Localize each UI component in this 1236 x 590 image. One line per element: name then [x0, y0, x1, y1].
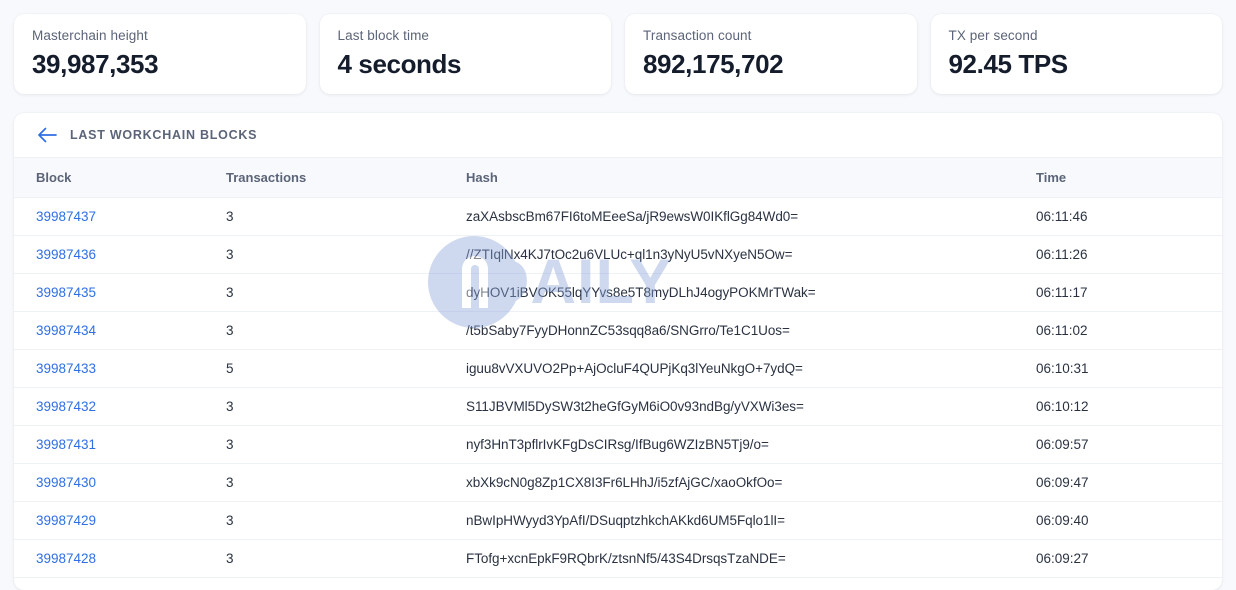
block-link[interactable]: 39987429: [36, 513, 96, 528]
cell-hash: dyHOV1iBVOK55lqYYvs8e5T8myDLhJ4ogyPOKMrT…: [466, 273, 1036, 312]
column-header-block: Block: [14, 158, 226, 198]
block-link[interactable]: 39987435: [36, 285, 96, 300]
cell-time: 06:10:12: [1036, 387, 1222, 426]
cell-transactions: 3: [226, 501, 466, 540]
column-header-time: Time: [1036, 158, 1222, 198]
blocks-table: Block Transactions Hash Time 39987437 3 …: [14, 158, 1222, 578]
cell-transactions: 3: [226, 387, 466, 426]
table-row: 39987434 3 /t5bSaby7FyyDHonnZC53sqq8a6/S…: [14, 311, 1222, 350]
cell-transactions: 3: [226, 273, 466, 312]
stats-row: Masterchain height 39,987,353 Last block…: [14, 14, 1222, 94]
cell-transactions: 5: [226, 349, 466, 388]
cell-hash: FTofg+xcnEpkF9RQbrK/ztsnNf5/43S4DrsqsTza…: [466, 539, 1036, 578]
cell-time: 06:09:47: [1036, 463, 1222, 502]
table-row: 39987435 3 dyHOV1iBVOK55lqYYvs8e5T8myDLh…: [14, 273, 1222, 312]
table-row: 39987428 3 FTofg+xcnEpkF9RQbrK/ztsnNf5/4…: [14, 539, 1222, 578]
cell-transactions: 3: [226, 197, 466, 236]
stat-value: 92.45 TPS: [948, 49, 1069, 79]
table-header-row: Block Transactions Hash Time: [14, 158, 1222, 198]
block-link[interactable]: 39987434: [36, 323, 96, 338]
stat-card-masterchain-height: Masterchain height 39,987,353: [14, 14, 306, 94]
cell-hash: nBwIpHWyyd3YpAfI/DSuqptzhkchAKkd6UM5Fqlo…: [466, 501, 1036, 540]
last-workchain-blocks-panel: LAST WORKCHAIN BLOCKS Block Transactions…: [14, 113, 1222, 590]
cell-block: 39987428: [14, 539, 226, 578]
cell-block: 39987431: [14, 425, 226, 464]
cell-time: 06:11:26: [1036, 235, 1222, 274]
cell-block: 39987434: [14, 311, 226, 350]
column-header-hash: Hash: [466, 158, 1036, 198]
cell-time: 06:11:17: [1036, 273, 1222, 312]
cell-hash: zaXAsbscBm67FI6toMEeeSa/jR9ewsW0IKflGg84…: [466, 197, 1036, 236]
arrow-left-icon[interactable]: [36, 124, 58, 146]
cell-hash: S11JBVMl5DySW3t2heGfGyM6iO0v93ndBg/yVXWi…: [466, 387, 1036, 426]
cell-transactions: 3: [226, 235, 466, 274]
stat-card-tx-per-second: TX per second 92.45 TPS: [930, 14, 1222, 94]
cell-time: 06:09:27: [1036, 539, 1222, 578]
cell-transactions: 3: [226, 311, 466, 350]
stat-value: 39,987,353: [32, 49, 159, 79]
cell-block: 39987435: [14, 273, 226, 312]
page-root: Masterchain height 39,987,353 Last block…: [0, 0, 1236, 590]
cell-block: 39987432: [14, 387, 226, 426]
block-link[interactable]: 39987433: [36, 361, 96, 376]
block-link[interactable]: 39987428: [36, 551, 96, 566]
table-row: 39987430 3 xbXk9cN0g8Zp1CX8I3Fr6LHhJ/i5z…: [14, 463, 1222, 502]
cell-transactions: 3: [226, 539, 466, 578]
stat-card-last-block-time: Last block time 4 seconds: [319, 14, 611, 94]
block-link[interactable]: 39987437: [36, 209, 96, 224]
blocks-table-body: 39987437 3 zaXAsbscBm67FI6toMEeeSa/jR9ew…: [14, 197, 1222, 578]
block-link[interactable]: 39987432: [36, 399, 96, 414]
column-header-transactions: Transactions: [226, 158, 466, 198]
stat-label: Last block time: [337, 28, 430, 43]
stat-label: Masterchain height: [32, 28, 148, 43]
cell-hash: //ZTIqlNx4KJ7tOc2u6VLUc+ql1n3yNyU5vNXyeN…: [466, 235, 1036, 274]
table-row: 39987436 3 //ZTIqlNx4KJ7tOc2u6VLUc+ql1n3…: [14, 235, 1222, 274]
cell-block: 39987429: [14, 501, 226, 540]
cell-block: 39987433: [14, 349, 226, 388]
table-row: 39987429 3 nBwIpHWyyd3YpAfI/DSuqptzhkchA…: [14, 501, 1222, 540]
cell-transactions: 3: [226, 463, 466, 502]
stat-value: 892,175,702: [643, 49, 784, 79]
page-title: LAST WORKCHAIN BLOCKS: [70, 128, 258, 142]
block-link[interactable]: 39987430: [36, 475, 96, 490]
cell-hash: /t5bSaby7FyyDHonnZC53sqq8a6/SNGrro/Te1C1…: [466, 311, 1036, 350]
stat-label: Transaction count: [643, 28, 752, 43]
cell-block: 39987430: [14, 463, 226, 502]
table-row: 39987437 3 zaXAsbscBm67FI6toMEeeSa/jR9ew…: [14, 197, 1222, 236]
cell-time: 06:11:46: [1036, 197, 1222, 236]
cell-block: 39987437: [14, 197, 226, 236]
block-link[interactable]: 39987436: [36, 247, 96, 262]
blocks-table-header: Block Transactions Hash Time: [14, 158, 1222, 198]
cell-time: 06:11:02: [1036, 311, 1222, 350]
cell-hash: nyf3HnT3pflrIvKFgDsCIRsg/IfBug6WZIzBN5Tj…: [466, 425, 1036, 464]
cell-hash: xbXk9cN0g8Zp1CX8I3Fr6LHhJ/i5zfAjGC/xaoOk…: [466, 463, 1036, 502]
cell-transactions: 3: [226, 425, 466, 464]
cell-hash: iguu8vVXUVO2Pp+AjOcluF4QUPjKq3lYeuNkgO+7…: [466, 349, 1036, 388]
table-row: 39987433 5 iguu8vVXUVO2Pp+AjOcluF4QUPjKq…: [14, 349, 1222, 388]
stat-card-transaction-count: Transaction count 892,175,702: [625, 14, 917, 94]
cell-time: 06:10:31: [1036, 349, 1222, 388]
cell-time: 06:09:57: [1036, 425, 1222, 464]
panel-header: LAST WORKCHAIN BLOCKS: [14, 113, 1222, 158]
table-row: 39987432 3 S11JBVMl5DySW3t2heGfGyM6iO0v9…: [14, 387, 1222, 426]
cell-block: 39987436: [14, 235, 226, 274]
cell-time: 06:09:40: [1036, 501, 1222, 540]
table-row: 39987431 3 nyf3HnT3pflrIvKFgDsCIRsg/IfBu…: [14, 425, 1222, 464]
stat-label: TX per second: [948, 28, 1038, 43]
block-link[interactable]: 39987431: [36, 437, 96, 452]
stat-value: 4 seconds: [337, 49, 462, 79]
